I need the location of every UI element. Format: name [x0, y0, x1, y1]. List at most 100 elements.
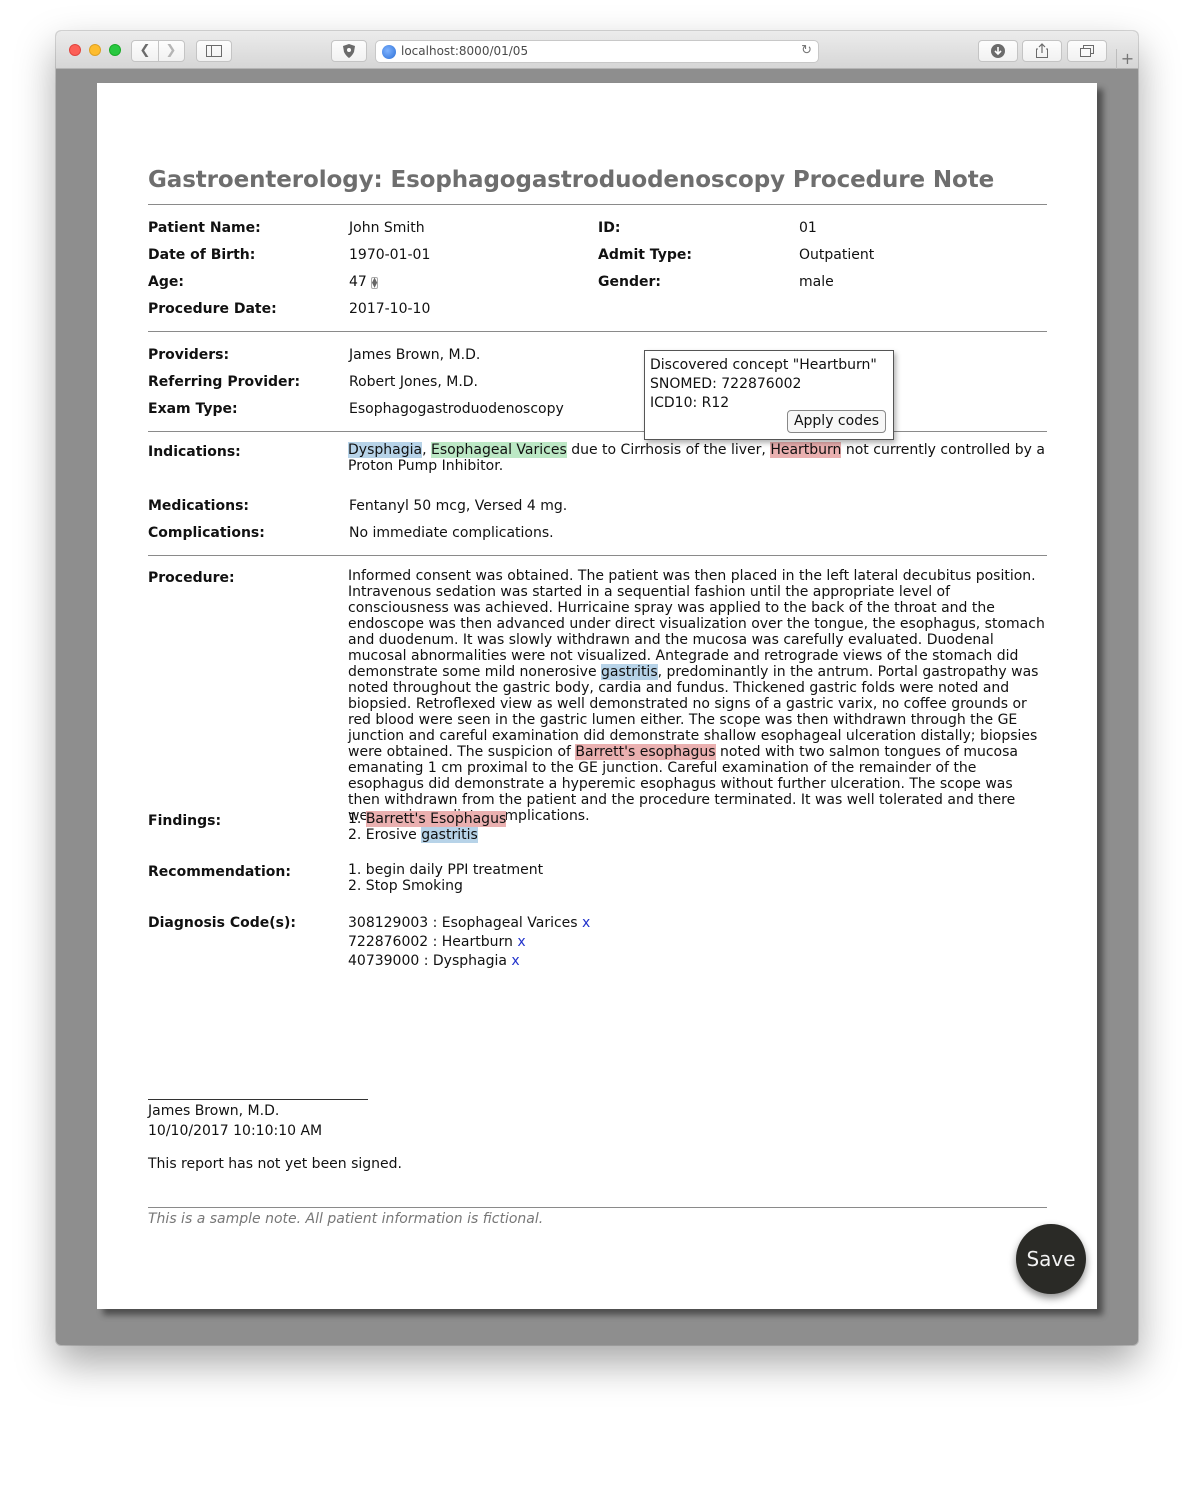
- list-item: 1. Barrett's Esophagus: [348, 811, 1048, 827]
- divider: [148, 331, 1047, 332]
- procedure-text: Informed consent was obtained. The patie…: [348, 568, 1048, 824]
- privacy-extension-button[interactable]: [331, 40, 367, 62]
- complications-value: No immediate complications.: [349, 525, 554, 541]
- download-button[interactable]: [978, 40, 1018, 62]
- referring-provider-label: Referring Provider:: [148, 374, 301, 390]
- list-item: 1. begin daily PPI treatment: [348, 862, 544, 878]
- id-value: 01: [799, 220, 817, 236]
- age-stepper-icon[interactable]: ▲ ▼: [370, 277, 378, 289]
- concept-highlight[interactable]: Esophageal Varices: [430, 442, 567, 458]
- disclaimer-footnote: This is a sample note. All patient infor…: [148, 1211, 544, 1227]
- list-item: 2. Stop Smoking: [348, 878, 463, 894]
- signature-line: [148, 1099, 368, 1100]
- admit-type-label: Admit Type:: [598, 247, 692, 263]
- note-page: Gastroenterology: Esophagogastroduodenos…: [97, 83, 1097, 1309]
- indications-text-segment: due to Cirrhosis of the liver,: [566, 442, 771, 458]
- share-button[interactable]: [1022, 40, 1062, 62]
- remove-code-button[interactable]: x: [517, 934, 525, 950]
- providers-value: James Brown, M.D.: [349, 347, 481, 363]
- list-item: 722876002 : Heartburn x: [348, 933, 1048, 952]
- address-bar[interactable]: localhost:8000/01/05 ↻: [375, 40, 819, 63]
- age-label: Age:: [148, 274, 184, 290]
- diagnosis-code: 722876002 : Heartburn: [348, 934, 513, 950]
- popup-snomed-code: SNOMED: 722876002: [650, 376, 802, 392]
- procedure-label: Procedure:: [148, 570, 235, 586]
- maximize-window-button[interactable]: [109, 44, 121, 56]
- remove-code-button[interactable]: x: [511, 953, 519, 969]
- diagnosis-codes-list: 308129003 : Esophageal Varices x 7228760…: [348, 914, 1048, 971]
- age-field[interactable]: 47 ▲ ▼: [349, 274, 378, 290]
- close-window-button[interactable]: [69, 44, 81, 56]
- recommendation-label: Recommendation:: [148, 864, 291, 880]
- url-text: localhost:8000/01/05: [401, 44, 529, 58]
- providers-label: Providers:: [148, 347, 230, 363]
- signature-datetime: 10/10/2017 10:10:10 AM: [148, 1123, 323, 1139]
- indications-label: Indications:: [148, 444, 241, 460]
- concept-popup: Discovered concept "Heartburn" SNOMED: 7…: [644, 350, 894, 440]
- share-icon: [1036, 43, 1048, 58]
- gender-value: male: [799, 274, 834, 290]
- popup-concept-title: Discovered concept "Heartburn": [650, 357, 877, 373]
- indications-sep: ,: [422, 442, 431, 458]
- concept-highlight[interactable]: Dysphagia: [348, 442, 423, 458]
- page-title: Gastroenterology: Esophagogastroduodenos…: [148, 167, 995, 193]
- concept-highlight[interactable]: Barrett's esophagus: [575, 744, 716, 760]
- nav-buttons: ❮ ❯: [131, 40, 185, 62]
- diagnosis-code: 40739000 : Dysphagia: [348, 953, 507, 969]
- list-item: 308129003 : Esophageal Varices x: [348, 914, 1048, 933]
- admit-type-value: Outpatient: [799, 247, 875, 263]
- patient-name-label: Patient Name:: [148, 220, 261, 236]
- tabs-overview-button[interactable]: [1067, 40, 1107, 62]
- gender-label: Gender:: [598, 274, 661, 290]
- dob-label: Date of Birth:: [148, 247, 256, 263]
- age-value: 47: [349, 274, 367, 290]
- divider: [148, 555, 1047, 556]
- medications-label: Medications:: [148, 498, 250, 514]
- recommendation-list: 1. begin daily PPI treatment 2. Stop Smo…: [348, 862, 1048, 894]
- concept-highlight[interactable]: gastritis: [601, 664, 658, 680]
- concept-highlight[interactable]: Barrett's Esophagus: [365, 811, 507, 827]
- minimize-window-button[interactable]: [89, 44, 101, 56]
- tabs-icon: [1080, 45, 1094, 57]
- divider: [148, 431, 1047, 432]
- download-icon: [991, 44, 1005, 58]
- finding-prefix: 2. Erosive: [348, 827, 422, 843]
- shield-icon: [343, 44, 355, 58]
- apply-codes-button[interactable]: Apply codes: [786, 410, 886, 433]
- medications-value: Fentanyl 50 mcg, Versed 4 mg.: [349, 498, 568, 514]
- new-tab-icon[interactable]: +: [1116, 49, 1138, 69]
- signature-status: This report has not yet been signed.: [148, 1156, 403, 1172]
- procedure-date-label: Procedure Date:: [148, 301, 277, 317]
- remove-code-button[interactable]: x: [582, 915, 590, 931]
- concept-highlight[interactable]: gastritis: [421, 827, 478, 843]
- browser-toolbar: ❮ ❯ localhost:8000/01/05 ↻ +: [56, 31, 1138, 69]
- diagnosis-code: 308129003 : Esophageal Varices: [348, 915, 578, 931]
- signer-name: James Brown, M.D.: [148, 1103, 280, 1119]
- globe-icon: [382, 45, 396, 59]
- exam-type-label: Exam Type:: [148, 401, 238, 417]
- save-button[interactable]: Save: [1016, 1224, 1086, 1294]
- sidebar-icon: [206, 45, 222, 57]
- complications-label: Complications:: [148, 525, 265, 541]
- reload-icon[interactable]: ↻: [801, 43, 812, 58]
- list-item: 2. Erosive gastritis: [348, 827, 1048, 843]
- exam-type-value: Esophagogastroduodenoscopy: [349, 401, 564, 417]
- sidebar-toggle-button[interactable]: [196, 40, 232, 62]
- indications-text: Dysphagia, Esophageal Varices due to Cir…: [348, 442, 1048, 474]
- finding-prefix: 1.: [348, 811, 366, 827]
- concept-highlight[interactable]: Heartburn: [770, 442, 842, 458]
- back-icon[interactable]: ❮: [132, 41, 158, 61]
- divider: [148, 204, 1047, 205]
- findings-label: Findings:: [148, 813, 222, 829]
- findings-list: 1. Barrett's Esophagus 2. Erosive gastri…: [348, 811, 1048, 843]
- forward-icon[interactable]: ❯: [158, 41, 184, 61]
- list-item: 40739000 : Dysphagia x: [348, 952, 1048, 971]
- referring-provider-value: Robert Jones, M.D.: [349, 374, 478, 390]
- diagnosis-codes-label: Diagnosis Code(s):: [148, 915, 296, 931]
- id-label: ID:: [598, 220, 621, 236]
- patient-name-value: John Smith: [349, 220, 425, 236]
- procedure-date-value: 2017-10-10: [349, 301, 431, 317]
- browser-window: ❮ ❯ localhost:8000/01/05 ↻ + Gastroentero…: [56, 31, 1138, 1345]
- divider: [148, 1207, 1047, 1208]
- dob-value: 1970-01-01: [349, 247, 431, 263]
